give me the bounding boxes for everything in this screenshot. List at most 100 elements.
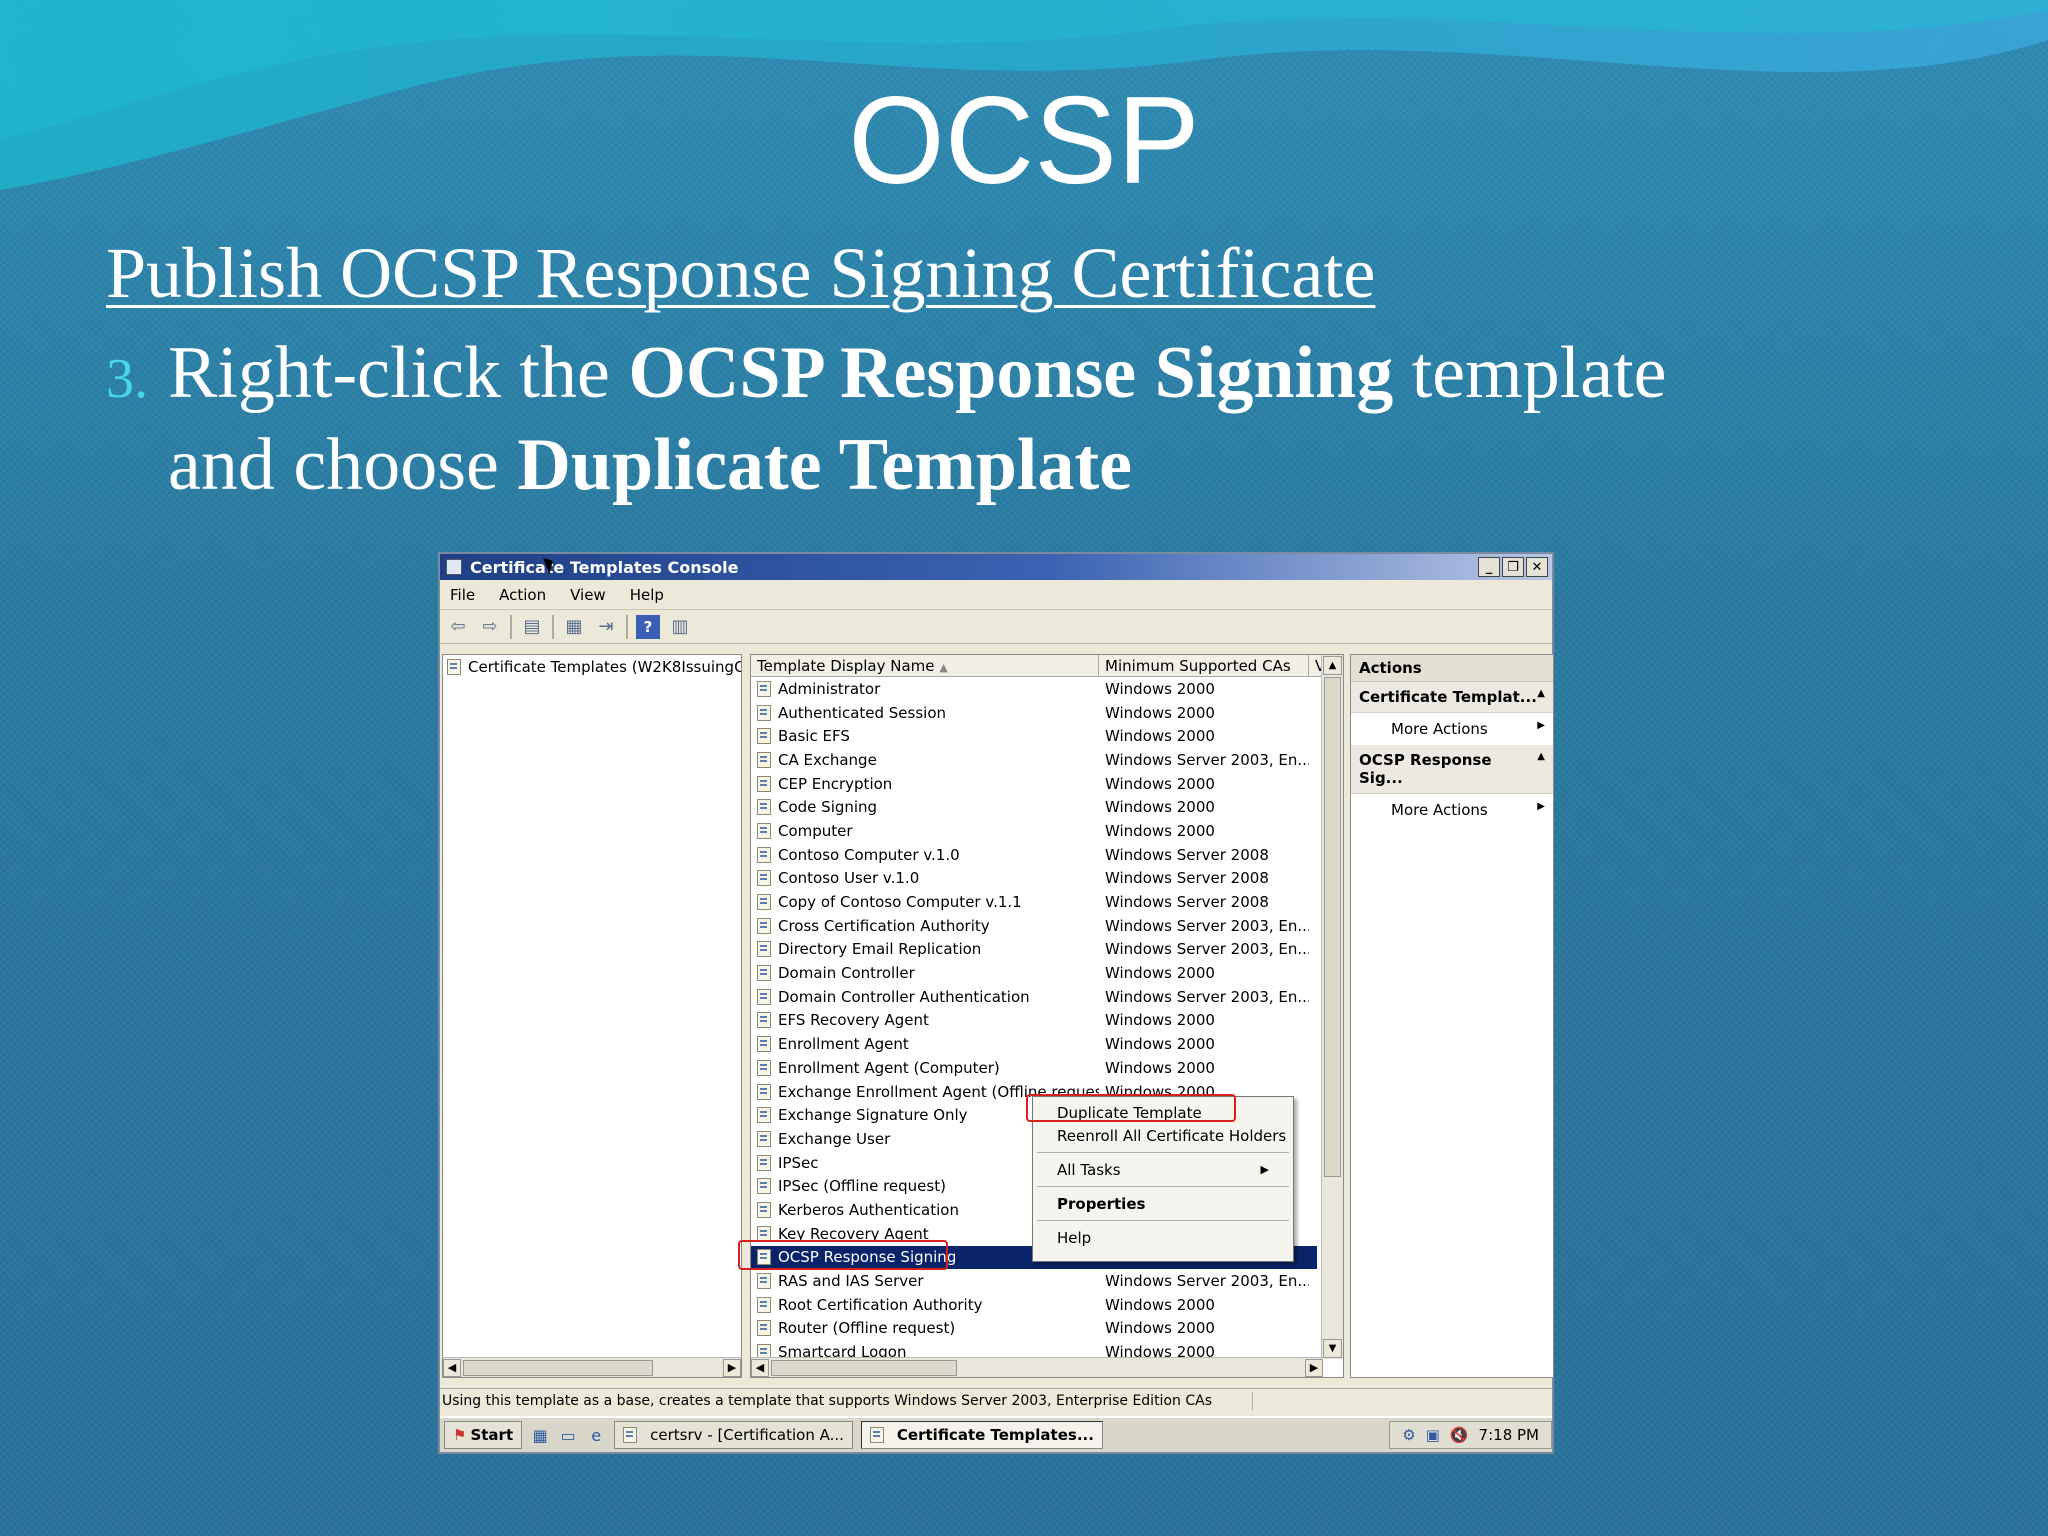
menu-item-help[interactable]: Help bbox=[1033, 1226, 1293, 1249]
table-row[interactable]: CEP Encryption Windows 2000 bbox=[751, 772, 1317, 796]
scroll-right-arrow-icon[interactable]: ▶ bbox=[723, 1358, 741, 1377]
table-row[interactable]: Domain Controller Windows 2000 bbox=[751, 961, 1317, 985]
actions-group-label: OCSP Response Sig... bbox=[1359, 751, 1492, 787]
forward-arrow-icon[interactable]: ⇨ bbox=[478, 615, 502, 639]
duplicate-template-highlight bbox=[1026, 1094, 1236, 1122]
template-name: Enrollment Agent (Computer) bbox=[778, 1058, 1000, 1077]
certificate-template-icon bbox=[757, 1201, 771, 1218]
more-actions-item[interactable]: More Actions ▶ bbox=[1351, 713, 1553, 745]
menu-item-properties[interactable]: Properties bbox=[1033, 1192, 1293, 1215]
toolbar-separator bbox=[626, 614, 628, 639]
internet-explorer-icon[interactable]: e bbox=[586, 1425, 606, 1445]
volume-muted-icon[interactable]: 🔇 bbox=[1450, 1426, 1469, 1444]
window-titlebar[interactable]: Certificate Templates Console _ ❐ ✕ bbox=[440, 554, 1552, 580]
certificate-template-icon bbox=[757, 1130, 771, 1147]
tree-horizontal-scrollbar[interactable]: ◀ ▶ bbox=[443, 1357, 741, 1377]
table-row[interactable]: Authenticated Session Windows 2000 bbox=[751, 701, 1317, 725]
export-list-icon[interactable]: ⇥ bbox=[594, 615, 618, 639]
back-arrow-icon[interactable]: ⇦ bbox=[446, 615, 470, 639]
row-name-cell: Administrator bbox=[751, 680, 1099, 698]
column-minimum-supported-cas[interactable]: Minimum Supported CAs bbox=[1099, 655, 1309, 676]
menu-bar: File Action View Help bbox=[440, 580, 1552, 610]
taskbar-certificate-templates[interactable]: Certificate Templates... bbox=[860, 1421, 1103, 1449]
scroll-up-arrow-icon[interactable]: ▲ bbox=[1323, 656, 1342, 675]
menu-item-reenroll[interactable]: Reenroll All Certificate Holders bbox=[1033, 1124, 1293, 1147]
row-name-cell: Code Signing bbox=[751, 798, 1099, 816]
show-action-pane-icon[interactable]: ▥ bbox=[668, 615, 692, 639]
table-row[interactable]: Contoso User v.1.0 Windows Server 2008 bbox=[751, 867, 1317, 891]
table-row[interactable]: Code Signing Windows 2000 bbox=[751, 795, 1317, 819]
network-icon[interactable]: ⚙ bbox=[1402, 1426, 1415, 1444]
ocsp-row-highlight bbox=[738, 1240, 948, 1270]
tree-root[interactable]: Certificate Templates (W2K8IssuingCA1 bbox=[443, 655, 741, 679]
table-row[interactable]: Computer Windows 2000 bbox=[751, 819, 1317, 843]
template-name: Contoso Computer v.1.0 bbox=[778, 845, 960, 864]
sort-ascending-icon: ▲ bbox=[939, 661, 948, 674]
scroll-down-arrow-icon[interactable]: ▼ bbox=[1323, 1339, 1342, 1358]
table-row[interactable]: RAS and IAS Server Windows Server 2003, E… bbox=[751, 1269, 1317, 1293]
clock[interactable]: 7:18 PM bbox=[1479, 1426, 1539, 1444]
row-ca-cell: Windows 2000 bbox=[1105, 703, 1215, 722]
list-vertical-scrollbar[interactable]: ▲ ▼ bbox=[1321, 655, 1343, 1359]
menu-action[interactable]: Action bbox=[499, 586, 546, 604]
row-ca-cell: Windows 2000 bbox=[1105, 727, 1215, 746]
certificate-template-icon bbox=[757, 822, 771, 839]
show-desktop-icon[interactable]: ▭ bbox=[558, 1425, 578, 1445]
collapse-up-icon: ▲ bbox=[1537, 688, 1545, 699]
table-row[interactable]: Cross Certification Authority Windows Ser… bbox=[751, 914, 1317, 938]
row-name-cell: RAS and IAS Server bbox=[751, 1272, 1099, 1290]
scroll-thumb[interactable] bbox=[463, 1359, 653, 1376]
template-name: Router (Offline request) bbox=[778, 1319, 956, 1338]
monitor-icon[interactable]: ▣ bbox=[1426, 1426, 1440, 1444]
table-row[interactable]: Administrator Windows 2000 bbox=[751, 677, 1317, 701]
table-row[interactable]: Domain Controller Authentication Windows … bbox=[751, 985, 1317, 1009]
menu-item-all-tasks[interactable]: All Tasks ▶ bbox=[1033, 1158, 1293, 1181]
menu-file[interactable]: File bbox=[450, 586, 475, 604]
menu-help[interactable]: Help bbox=[630, 586, 664, 604]
system-tray: ⚙ ▣ 🔇 7:18 PM bbox=[1389, 1421, 1552, 1449]
actions-group-ocsp[interactable]: OCSP Response Sig... ▲ bbox=[1351, 745, 1553, 794]
show-hide-tree-icon[interactable]: ▤ bbox=[520, 615, 544, 639]
scroll-left-arrow-icon[interactable]: ◀ bbox=[443, 1358, 461, 1377]
scroll-thumb[interactable] bbox=[771, 1359, 957, 1376]
table-row[interactable]: Router (Offline request) Windows 2000 bbox=[751, 1317, 1317, 1341]
help-icon[interactable]: ? bbox=[636, 614, 660, 639]
menu-view[interactable]: View bbox=[570, 586, 606, 604]
table-row[interactable]: Directory Email Replication Windows Serve… bbox=[751, 938, 1317, 962]
table-row[interactable]: Enrollment Agent (Computer) Windows 2000 bbox=[751, 1056, 1317, 1080]
scroll-right-arrow-icon[interactable]: ▶ bbox=[1305, 1358, 1323, 1377]
step-number: 3. bbox=[106, 348, 148, 410]
status-text: Using this template as a base, creates a… bbox=[442, 1392, 1212, 1409]
row-ca-cell: Windows 2000 bbox=[1105, 1035, 1215, 1054]
properties-icon[interactable]: ▦ bbox=[562, 615, 586, 639]
row-name-cell: Contoso Computer v.1.0 bbox=[751, 846, 1099, 864]
scroll-thumb[interactable] bbox=[1324, 677, 1341, 1177]
row-ca-cell: Windows 2000 bbox=[1105, 1058, 1215, 1077]
table-row[interactable]: Root Certification Authority Windows 2000 bbox=[751, 1293, 1317, 1317]
more-actions-item[interactable]: More Actions ▶ bbox=[1351, 794, 1553, 826]
row-ca-cell: Windows 2000 bbox=[1105, 964, 1215, 983]
column-template-display-name[interactable]: Template Display Name ▲ bbox=[751, 655, 1099, 676]
table-row[interactable]: Enrollment Agent Windows 2000 bbox=[751, 1032, 1317, 1056]
row-ca-cell: Windows 2000 bbox=[1105, 798, 1215, 817]
list-horizontal-scrollbar[interactable]: ◀ ▶ bbox=[751, 1357, 1323, 1377]
table-row[interactable]: CA Exchange Windows Server 2003, En... bbox=[751, 748, 1317, 772]
table-row[interactable]: Basic EFS Windows 2000 bbox=[751, 724, 1317, 748]
certificate-template-icon bbox=[447, 659, 461, 675]
restore-button[interactable]: ❐ bbox=[1502, 557, 1524, 577]
table-row[interactable]: EFS Recovery Agent Windows 2000 bbox=[751, 1009, 1317, 1033]
server-manager-icon[interactable]: ▦ bbox=[530, 1425, 550, 1445]
close-button[interactable]: ✕ bbox=[1526, 557, 1548, 577]
start-button[interactable]: ⚑ Start bbox=[444, 1421, 523, 1449]
template-name: Authenticated Session bbox=[778, 703, 947, 722]
minimize-button[interactable]: _ bbox=[1478, 557, 1500, 577]
row-name-cell: CA Exchange bbox=[751, 751, 1099, 769]
taskbar-certsrv[interactable]: certsrv - [Certification A... bbox=[614, 1421, 853, 1449]
template-name: Domain Controller Authentication bbox=[778, 987, 1030, 1006]
table-row[interactable]: Copy of Contoso Computer v.1.1 Windows Se… bbox=[751, 890, 1317, 914]
actions-group-certificate-templates[interactable]: Certificate Templat... ▲ bbox=[1351, 682, 1553, 713]
scroll-left-arrow-icon[interactable]: ◀ bbox=[751, 1358, 769, 1377]
start-label: Start bbox=[470, 1426, 514, 1444]
row-name-cell: EFS Recovery Agent bbox=[751, 1011, 1099, 1029]
table-row[interactable]: Contoso Computer v.1.0 Windows Server 200… bbox=[751, 843, 1317, 867]
